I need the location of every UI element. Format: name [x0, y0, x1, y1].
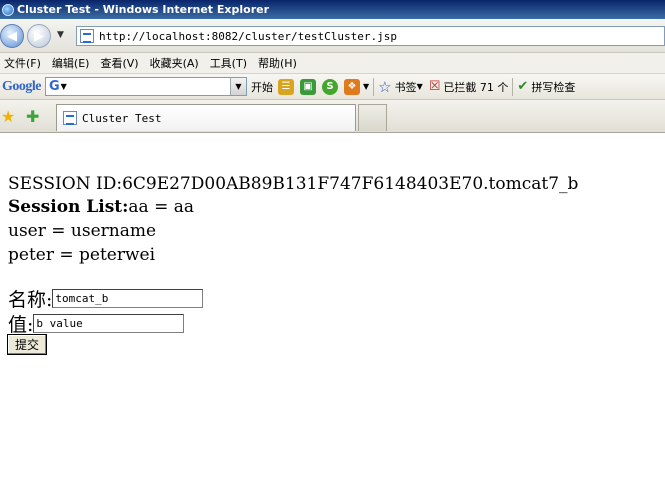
forward-arrow-icon: ▶ — [34, 28, 44, 44]
green-s-icon[interactable]: S — [322, 78, 338, 95]
forward-button[interactable]: ▶ — [27, 24, 51, 48]
puzzle-icon[interactable]: ❖ — [344, 78, 360, 95]
address-bar: ◀ ▶ ▼ http://localhost:8082/cluster/test… — [0, 19, 665, 53]
menu-view[interactable]: 查看(V) — [96, 55, 145, 71]
chevron-down-icon[interactable]: ▼ — [363, 82, 369, 91]
submit-button[interactable]: 提交 — [7, 334, 47, 355]
session-entry: aa = aa — [128, 197, 195, 217]
menu-bar: 文件(F) 编辑(E) 查看(V) 收藏夹(A) 工具(T) 帮助(H) — [0, 53, 665, 74]
menu-tools[interactable]: 工具(T) — [206, 55, 254, 71]
popup-blocker-icon: ☒ — [428, 79, 441, 94]
tab-title: Cluster Test — [82, 111, 162, 125]
toolbar-separator — [373, 77, 375, 96]
session-list-label: Session List: — [8, 197, 129, 217]
back-button[interactable]: ◀ — [0, 24, 24, 48]
back-arrow-icon: ◀ — [7, 28, 17, 44]
session-entry-line: user = username — [8, 221, 156, 241]
page-icon — [63, 111, 77, 125]
session-list-line: Session List:aa = aa — [8, 197, 194, 217]
session-entry-line: peter = peterwei — [8, 245, 155, 265]
window-title: Cluster Test - Windows Internet Explorer — [17, 3, 270, 16]
name-label: 名称: — [8, 289, 53, 311]
bookmarks-button[interactable]: 书签 — [395, 79, 417, 95]
add-favorite-icon[interactable]: ✚ — [26, 107, 39, 126]
tab-bar: ★ ✚ Cluster Test — [0, 100, 665, 133]
history-dropdown-icon[interactable]: ▼ — [57, 30, 64, 40]
value-form-row: 值: — [8, 310, 185, 337]
name-form-row: 名称: — [8, 285, 204, 312]
spellcheck-button[interactable]: 拼写检查 — [531, 79, 575, 95]
menu-edit[interactable]: 编辑(E) — [48, 55, 97, 71]
news-icon[interactable]: ☰ — [278, 78, 294, 95]
session-entry: peter = peterwei — [8, 245, 156, 265]
google-toolbar: Google G ▼ ▼ 开始 ☰ ▣ S ❖ ▼ ☆ 书签 ▼ ☒ 已拦截 7… — [0, 74, 665, 100]
page-content: SESSION ID:6C9E27D00AB89B131F747F6148403… — [0, 134, 665, 500]
value-label: 值: — [8, 314, 34, 336]
session-id-value: 6C9E27D00AB89B131F747F6148403E70.tomcat7… — [122, 174, 579, 194]
session-entry: user = username — [8, 221, 157, 241]
ie-app-icon — [2, 3, 14, 16]
google-start-button[interactable]: 开始 — [251, 79, 273, 95]
window-title-bar: Cluster Test - Windows Internet Explorer — [0, 0, 665, 19]
google-logo: Google — [2, 78, 42, 95]
toolbar-separator — [512, 77, 514, 96]
chevron-down-icon: ▼ — [60, 82, 67, 91]
menu-favorites[interactable]: 收藏夹(A) — [146, 55, 206, 71]
session-id-label: SESSION ID: — [8, 174, 123, 194]
value-input[interactable] — [33, 314, 185, 333]
search-dropdown-button[interactable]: ▼ — [230, 78, 246, 95]
new-tab-button[interactable] — [358, 104, 387, 131]
name-input[interactable] — [52, 289, 204, 308]
favorites-star-icon[interactable]: ★ — [1, 107, 15, 126]
google-logo-text: Google — [2, 78, 42, 94]
session-id-line: SESSION ID:6C9E27D00AB89B131F747F6148403… — [8, 174, 578, 194]
address-url: http://localhost:8082/cluster/testCluste… — [99, 29, 398, 43]
google-g-icon: G — [49, 79, 60, 94]
menu-help[interactable]: 帮助(H) — [254, 55, 304, 71]
popup-blocked-count[interactable]: 已拦截 71 个 — [443, 79, 508, 95]
page-icon — [80, 29, 94, 43]
google-search-input[interactable]: G ▼ ▼ — [45, 77, 247, 96]
translate-icon[interactable]: ▣ — [300, 78, 316, 95]
bookmark-star-icon: ☆ — [378, 77, 392, 96]
tab-cluster-test[interactable]: Cluster Test — [56, 104, 356, 131]
menu-file[interactable]: 文件(F) — [0, 55, 48, 71]
address-input[interactable]: http://localhost:8082/cluster/testCluste… — [76, 26, 665, 46]
chevron-down-icon[interactable]: ▼ — [417, 82, 423, 91]
spellcheck-icon: ✔ — [517, 79, 529, 94]
